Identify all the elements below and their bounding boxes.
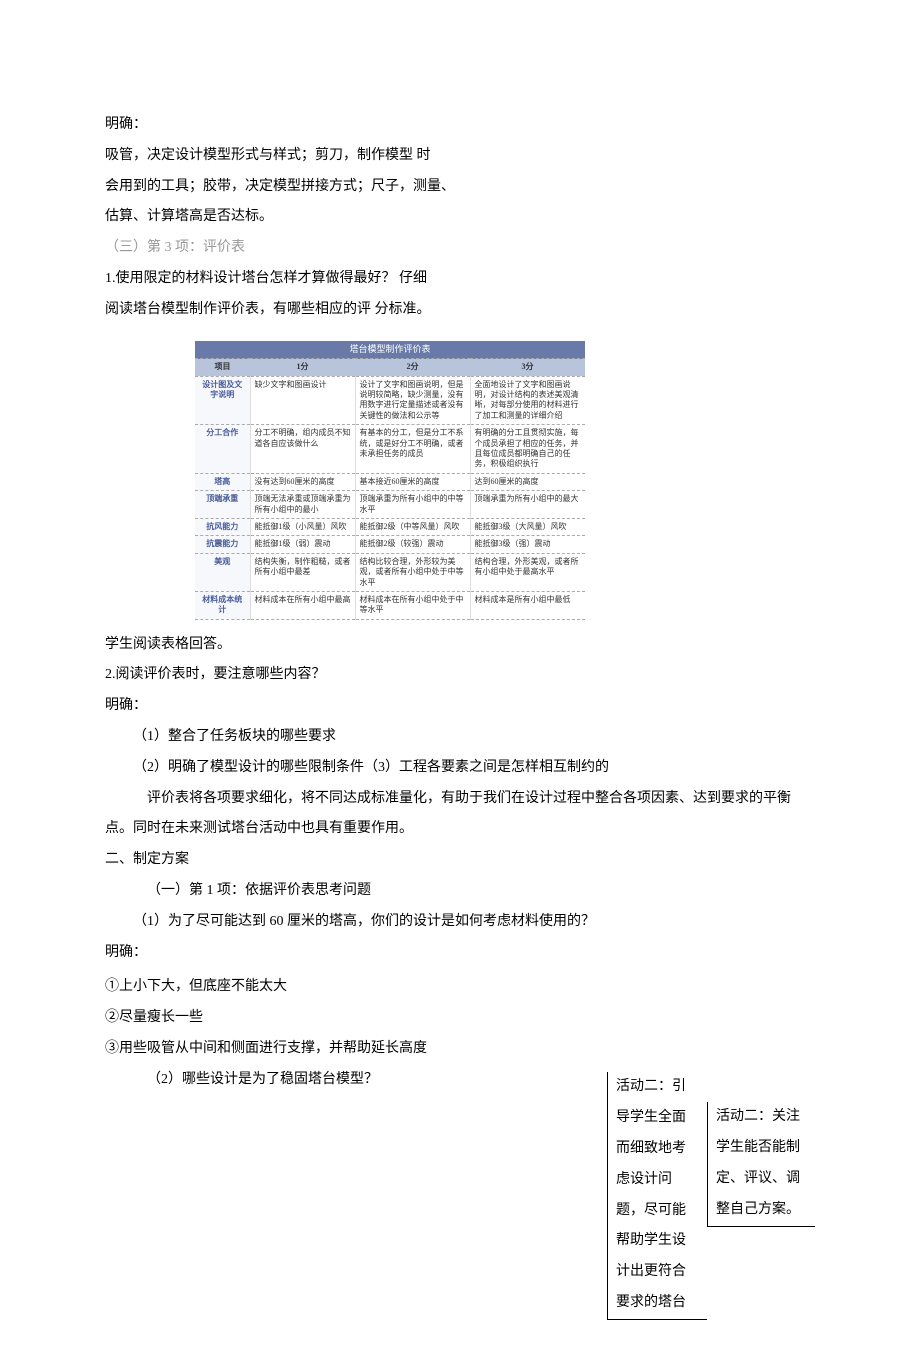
cell: 能抵御2级（中等风量）风吹: [355, 518, 470, 535]
para-material-1: 吸管，决定设计模型形式与样式；剪刀，制作模型 时: [105, 141, 815, 172]
sidebar-note-2: 活动二：关注学生能否能制定、评议、调整自己方案。: [707, 1102, 815, 1226]
cell: 达到60厘米的高度: [470, 473, 585, 490]
cell: 顶端无法承重或顶端承重为所有小组中的最小: [250, 491, 355, 519]
para-material-3: 估算、计算塔高是否达标。: [105, 202, 815, 233]
cell: 材料成本在所有小组中处于中等水平: [355, 591, 470, 619]
hdr-3: 3分: [470, 359, 585, 376]
para-student-read: 学生阅读表格回答。: [105, 630, 815, 661]
cell: 结构失衡，制作粗糙，或者所有小组中最差: [250, 553, 355, 591]
hdr-2: 2分: [355, 359, 470, 376]
para-q1-a: 1.使用限定的材料设计塔台怎样才算做得最好？ 仔细: [105, 264, 815, 295]
table-title-row: 塔台模型制作评价表: [195, 341, 585, 359]
para-item-2-3: （2）明确了模型设计的哪些限制条件（3）工程各要素之间是怎样相互制约的: [105, 753, 815, 784]
eval-table: 塔台模型制作评价表 项目 1分 2分 3分 设计图及文字说明缺少文字和图画设计设…: [195, 341, 585, 620]
cell: 能抵御3级（大风量）风吹: [470, 518, 585, 535]
cell: 有基本的分工，但是分工不系统，或是好分工不明确，或者未承担任务的成员: [355, 425, 470, 474]
bottom-left: ①上小下大，但底座不能太大 ②尽量瘦长一些 ③用些吸管从中间和侧面进行支撑，并帮…: [105, 972, 607, 1095]
para-2-1: （一）第 1 项：依据评价表思考问题: [105, 876, 815, 907]
table-row: 抗震能力能抵御1级（弱）震动能抵御2级（较强）震动能抵御3级（强）震动: [195, 536, 585, 553]
cell: 结构合理，外形美观，或者所有小组中处于最高水平: [470, 553, 585, 591]
para-section-3: （三）第 3 项：评价表: [105, 233, 815, 264]
hdr-0: 项目: [195, 359, 250, 376]
cell: 缺少文字和图画设计: [250, 376, 355, 425]
row-label: 材料成本统计: [195, 591, 250, 619]
table-row: 美观结构失衡，制作粗糙，或者所有小组中最差结构比较合理，外形较为美观，或者所有小…: [195, 553, 585, 591]
para-point-3: ③用些吸管从中间和侧面进行支撑，并帮助延长高度: [105, 1034, 607, 1065]
cell: 能抵御3级（强）震动: [470, 536, 585, 553]
para-section-2: 二、制定方案: [105, 845, 815, 876]
para-item-1: （1）整合了任务板块的哪些要求: [105, 722, 815, 753]
para-eval-summary: 评价表将各项要求细化，将不同达成标准量化，有助于我们在设计过程中整合各项因素、达…: [105, 784, 815, 846]
table-row: 材料成本统计材料成本在所有小组中最高材料成本在所有小组中处于中等水平材料成本是所…: [195, 591, 585, 619]
row-label: 抗风能力: [195, 518, 250, 535]
bottom-layout: ①上小下大，但底座不能太大 ②尽量瘦长一些 ③用些吸管从中间和侧面进行支撑，并帮…: [105, 972, 815, 1319]
para-q2: 2.阅读评价表时，要注意哪些内容？: [105, 660, 815, 691]
table-row: 抗风能力能抵御1级（小风量）风吹能抵御2级（中等风量）风吹能抵御3级（大风量）风…: [195, 518, 585, 535]
para-material-2: 会用到的工具；胶带，决定模型拼接方式；尺子，测量、: [105, 172, 815, 203]
eval-table-wrap: 塔台模型制作评价表 项目 1分 2分 3分 设计图及文字说明缺少文字和图画设计设…: [195, 341, 585, 620]
para-point-1: ①上小下大，但底座不能太大: [105, 972, 607, 1003]
hdr-1: 1分: [250, 359, 355, 376]
para-mingque-2: 明确：: [105, 691, 815, 722]
cell: 能抵御1级（小风量）风吹: [250, 518, 355, 535]
para-mingque-3: 明确：: [105, 938, 815, 969]
table-row: 塔高没有达到60厘米的高度基本接近60厘米的高度达到60厘米的高度: [195, 473, 585, 490]
cell: 有明确的分工且贯彻实施，每个成员承担了相应的任务，并且每位成员都明确自己的任务，…: [470, 425, 585, 474]
row-label: 塔高: [195, 473, 250, 490]
table-row: 分工合作分工不明确，组内成员不知道各自应该做什么有基本的分工，但是分工不系统，或…: [195, 425, 585, 474]
cell: 顶端承重为所有小组中的最大: [470, 491, 585, 519]
table-row: 顶端承重顶端无法承重或顶端承重为所有小组中的最小顶端承重为所有小组中的中等水平顶…: [195, 491, 585, 519]
sidebar-note-1: 活动二：引导学生全面而细致地考虑设计问题，尽可能帮助学生设计出更符合要求的塔台: [607, 1072, 707, 1319]
para-2-1-q2: （2）哪些设计是为了稳固塔台模型？: [105, 1065, 607, 1096]
para-2-1-q1: （1）为了尽可能达到 60 厘米的塔高，你们的设计是如何考虑材料使用的？: [105, 907, 815, 938]
cell: 分工不明确，组内成员不知道各自应该做什么: [250, 425, 355, 474]
para-point-2: ②尽量瘦长一些: [105, 1003, 607, 1034]
cell: 全面地设计了文字和图画说明，对设计结构的表述美观清晰，对每部分使用的材料进行了加…: [470, 376, 585, 425]
cell: 材料成本是所有小组中最低: [470, 591, 585, 619]
para-mingque-1: 明确：: [105, 110, 815, 141]
cell: 设计了文字和图画说明，但是说明较简略，缺少测量，没有用数字进行定量描述或者没有关…: [355, 376, 470, 425]
cell: 基本接近60厘米的高度: [355, 473, 470, 490]
cell: 能抵御1级（弱）震动: [250, 536, 355, 553]
row-label: 设计图及文字说明: [195, 376, 250, 425]
row-label: 抗震能力: [195, 536, 250, 553]
table-row: 设计图及文字说明缺少文字和图画设计设计了文字和图画说明，但是说明较简略，缺少测量…: [195, 376, 585, 425]
table-title: 塔台模型制作评价表: [195, 341, 585, 359]
table-header-row: 项目 1分 2分 3分: [195, 359, 585, 376]
cell: 顶端承重为所有小组中的中等水平: [355, 491, 470, 519]
cell: 能抵御2级（较强）震动: [355, 536, 470, 553]
cell: 材料成本在所有小组中最高: [250, 591, 355, 619]
row-label: 顶端承重: [195, 491, 250, 519]
cell: 没有达到60厘米的高度: [250, 473, 355, 490]
para-q1-b: 阅读塔台模型制作评价表，有哪些相应的评 分标准。: [105, 295, 815, 326]
row-label: 分工合作: [195, 425, 250, 474]
cell: 结构比较合理，外形较为美观，或者所有小组中处于中等水平: [355, 553, 470, 591]
row-label: 美观: [195, 553, 250, 591]
